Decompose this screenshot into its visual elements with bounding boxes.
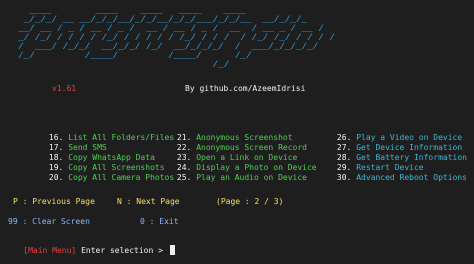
exit-option: 0 : Exit (140, 217, 179, 226)
menu-item-label: Play an Audio on Device (196, 173, 307, 182)
version-label: v1.61 (52, 84, 77, 93)
menu-item-label: Advanced Reboot Options (356, 173, 467, 182)
prompt-text: Enter selection > (76, 246, 168, 255)
prompt-context-tag: [Main Menu] (23, 246, 77, 255)
clear-screen-option: 99 : Clear Screen (8, 217, 90, 226)
menu-item-25: 25. Play an Audio on Device (148, 163, 307, 193)
previous-page-option: P : Previous Page (13, 197, 95, 206)
next-page-option: N : Next Page (117, 197, 180, 206)
command-prompt[interactable]: [Main Menu] Enter selection > (4, 236, 175, 264)
page-indicator: (Page : 2 / 3) (216, 197, 284, 206)
menu-item-30: 30. Advanced Reboot Options (308, 163, 467, 193)
menu-item-number: 20. (48, 173, 64, 182)
ascii-banner-logo: ____ ____ ____ ____ ____ _/_/_/ __ __/_/… (18, 5, 335, 70)
menu-item-number: 30. (336, 173, 352, 182)
credit-label: By github.com/AzeemIdrisi (185, 84, 306, 93)
terminal-window[interactable]: ____ ____ ____ ____ ____ _/_/_/ __ __/_/… (0, 0, 474, 255)
menu-item-number: 25. (176, 173, 192, 182)
text-cursor[interactable] (169, 245, 175, 255)
